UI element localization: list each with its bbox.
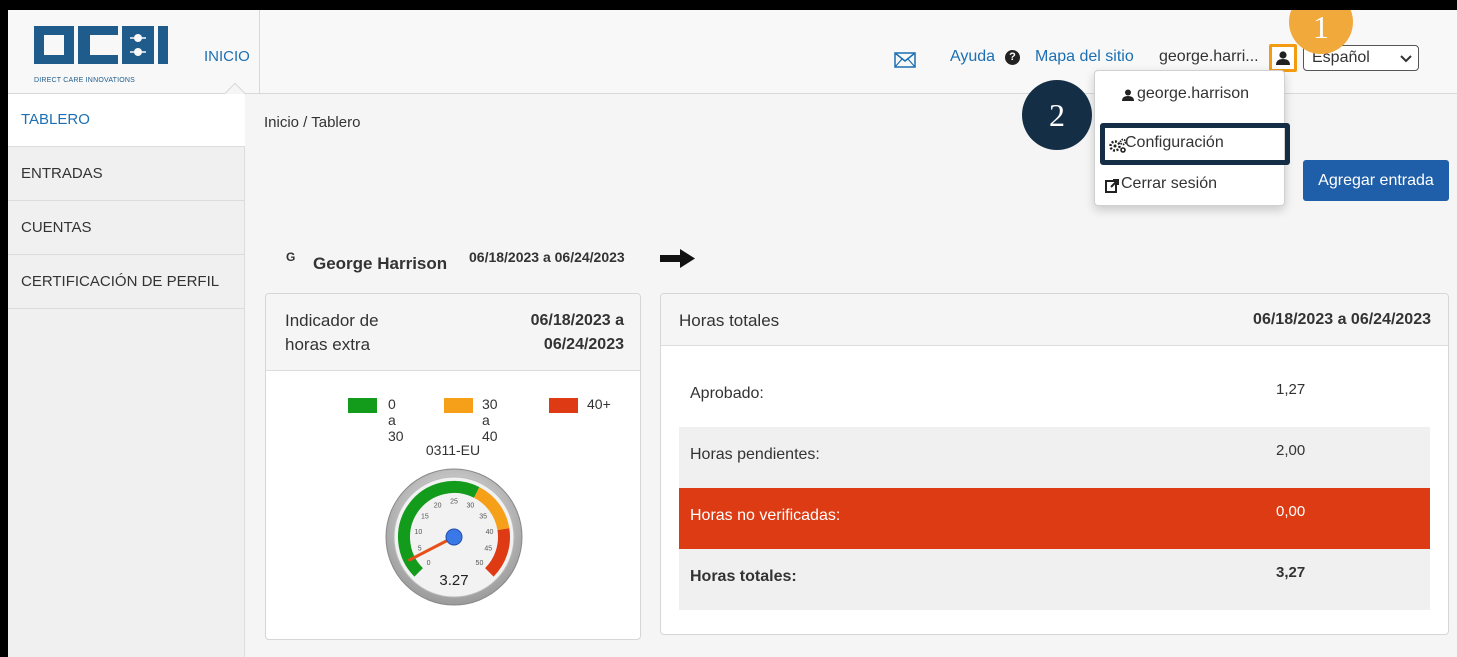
sidebar-item-certificacion[interactable]: CERTIFICACIÓN DE PERFIL xyxy=(8,256,245,309)
callout-step-2: 2 xyxy=(1022,80,1092,150)
gauge-value: 3.27 xyxy=(439,572,468,589)
chevron-down-icon xyxy=(1400,55,1412,63)
user-icon xyxy=(1276,51,1290,65)
nav-home-link[interactable]: INICIO xyxy=(204,48,250,65)
row-value: 2,00 xyxy=(1276,442,1306,459)
sidebar: TABLERO ENTRADAS CUENTAS CERTIFICACIÓN D… xyxy=(8,94,245,657)
row-label: Horas totales: xyxy=(690,568,797,585)
menu-item-logout[interactable]: Cerrar sesión xyxy=(1095,167,1284,203)
arrow-right-icon[interactable] xyxy=(660,248,696,268)
logout-icon xyxy=(1105,179,1119,193)
row-value: 1,27 xyxy=(1276,381,1306,398)
panel-title: Indicador de horas extra xyxy=(285,311,379,354)
legend-label: 0 a 30 xyxy=(388,396,404,444)
help-circle-icon[interactable]: ? xyxy=(1005,50,1020,65)
gauge-hub xyxy=(445,528,463,546)
row-label: Horas pendientes: xyxy=(690,446,820,463)
menu-item-label: george.harrison xyxy=(1137,85,1250,102)
user-dropdown-menu: george.harrison Configuración Cerrar ses… xyxy=(1094,70,1290,206)
row-value: 0,00 xyxy=(1276,503,1306,520)
mail-icon[interactable] xyxy=(894,52,916,68)
sidebar-item-cuentas[interactable]: CUENTAS xyxy=(8,202,245,255)
hours-row-total: Horas totales: 3,27 xyxy=(679,549,1430,610)
gauge-label: 0311-EU xyxy=(425,442,481,458)
legend-swatch-red xyxy=(549,398,578,413)
menu-item-label: Configuración xyxy=(1125,134,1224,151)
person-name: George Harrison xyxy=(313,254,448,273)
gauge-tick-label: 45 xyxy=(484,546,492,553)
hours-row-pending: Horas pendientes: 2,00 xyxy=(679,427,1430,488)
legend-swatch-green xyxy=(348,398,377,413)
gauge-tick-label: 40 xyxy=(486,529,494,536)
dci-logo[interactable] xyxy=(34,26,172,84)
logo-caption: DIRECT CARE INNOVATIONS xyxy=(34,77,136,84)
breadcrumb: Inicio / Tablero xyxy=(264,114,361,131)
gauge-tick-label: 10 xyxy=(415,529,423,536)
row-label: Aprobado: xyxy=(690,385,764,402)
user-menu-button[interactable] xyxy=(1269,44,1297,72)
gauge-tick-label: 35 xyxy=(479,513,487,520)
gauge-tick-label: 20 xyxy=(434,502,442,509)
hours-row-unverified: Horas no verificadas: 0,00 xyxy=(679,488,1430,549)
row-value: 3,27 xyxy=(1276,564,1306,581)
panel-header: Horas totales 06/18/2023 a 06/24/2023 xyxy=(661,294,1448,346)
gauge-tick-label: 30 xyxy=(466,502,474,509)
overtime-gauge: 05 10 15 20 25 30 35 40 4550 3.27 xyxy=(385,468,523,606)
user-icon xyxy=(1122,89,1134,101)
panel-title: Horas totales xyxy=(679,311,780,330)
logo-area: DIRECT CARE INNOVATIONS INICIO xyxy=(8,10,260,94)
legend-label: 30 a 40 xyxy=(482,396,498,444)
help-link[interactable]: Ayuda xyxy=(950,48,995,66)
hours-row-approved: Aprobado: 1,27 xyxy=(679,366,1430,427)
gauge-tick-label: 25 xyxy=(450,499,458,506)
sidebar-item-tablero[interactable]: TABLERO xyxy=(8,94,245,147)
add-entry-button[interactable]: Agregar entrada xyxy=(1303,160,1449,201)
panel-header: Indicador de horas extra 06/18/2023 a 06… xyxy=(266,294,640,371)
row-label: Horas no verificadas: xyxy=(690,507,841,524)
app-window: DIRECT CARE INNOVATIONS INICIO Ayuda ? M… xyxy=(8,10,1457,657)
total-hours-panel: Horas totales 06/18/2023 a 06/24/2023 Ap… xyxy=(660,293,1449,635)
username-link[interactable]: george.harri... xyxy=(1159,48,1259,66)
gauge-tick-label: 15 xyxy=(421,513,429,520)
gauge-tick-label: 0 xyxy=(427,560,431,567)
menu-item-label: Cerrar sesión xyxy=(1121,175,1218,192)
sitemap-link[interactable]: Mapa del sitio xyxy=(1035,48,1134,66)
gauge-tick-label: 5 xyxy=(418,546,422,553)
sidebar-item-entradas[interactable]: ENTRADAS xyxy=(8,148,245,201)
legend-label: 40+ xyxy=(587,396,611,412)
panel-period: 06/18/2023 a 06/24/2023 xyxy=(1253,311,1431,328)
panel-period: 06/18/2023 a 06/24/2023 xyxy=(530,312,624,353)
period-range: 06/18/2023 a 06/24/2023 xyxy=(469,249,625,265)
menu-item-settings[interactable]: Configuración xyxy=(1100,123,1290,165)
menu-item-username[interactable]: george.harrison xyxy=(1095,77,1284,113)
overtime-indicator-panel: Indicador de horas extra 06/18/2023 a 06… xyxy=(265,293,641,640)
gauge-tick-label: 50 xyxy=(476,560,484,567)
legend-swatch-orange xyxy=(444,398,473,413)
person-initial: G xyxy=(286,250,296,264)
